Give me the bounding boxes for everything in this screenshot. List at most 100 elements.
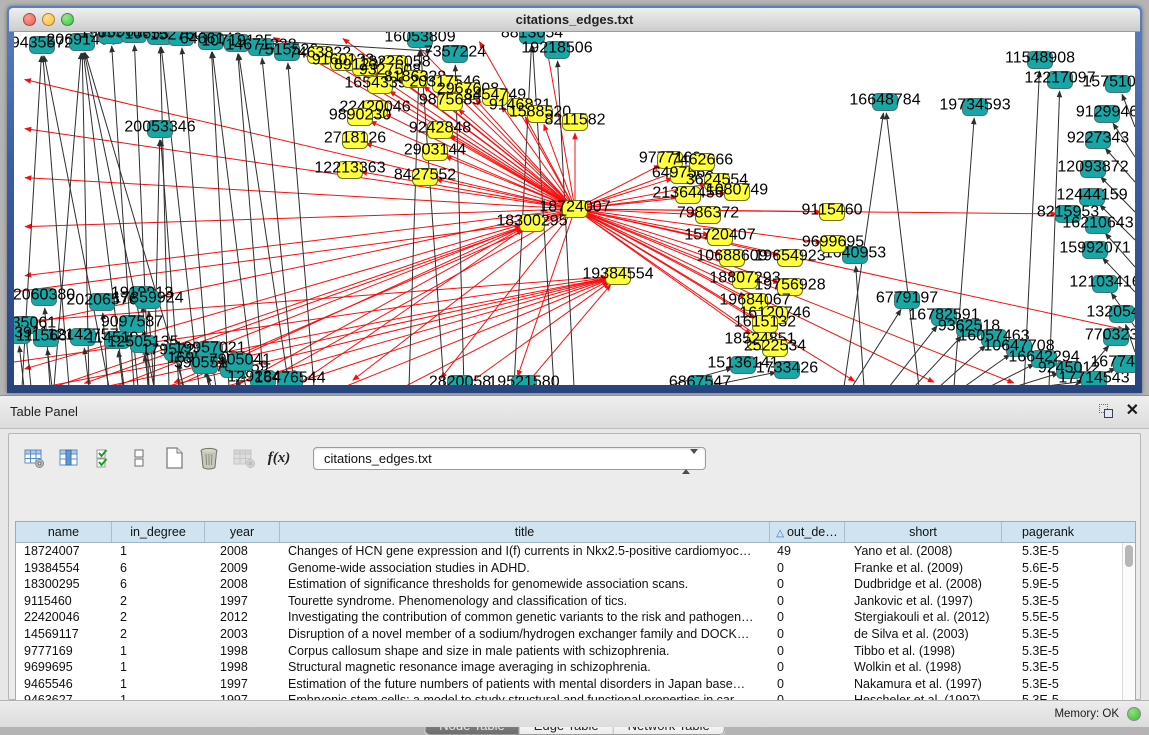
network-node[interactable]: 16648784 [849,92,920,111]
network-node[interactable]: 7357224 [424,44,486,63]
network-node[interactable]: 9129946 [1076,104,1135,123]
network-node[interactable]: 16210643 [1062,215,1133,234]
network-node[interactable]: 7462666 [671,152,733,171]
network-node[interactable]: 13205450 [1086,304,1135,323]
network-edge[interactable] [288,63,314,385]
network-node[interactable]: 2522534 [744,338,806,357]
network-node[interactable]: 19734593 [939,97,1010,116]
table-row[interactable]: 911546021997Tourette syndrome. Phenomeno… [16,593,1122,610]
svg-text:1733426: 1733426 [756,360,818,377]
table-row[interactable]: 1830029562008Estimation of significance … [16,576,1122,593]
network-node[interactable]: 9890230 [329,107,391,126]
table-settings-button[interactable] [21,445,47,471]
network-node[interactable]: 8211582 [544,112,605,131]
table-row[interactable]: 1938455462009Genome-wide association stu… [16,560,1122,577]
network-node[interactable]: 17359924 [112,290,183,309]
network-node[interactable]: 7986372 [677,205,739,224]
new-file-button[interactable] [161,445,187,471]
network-node[interactable]: 7703232 [1085,327,1135,346]
window-titlebar[interactable]: citations_edges.txt [9,8,1140,32]
table-chooser-combobox[interactable]: citations_edges.txt [313,447,706,470]
network-edge[interactable] [886,113,919,385]
table-cell: 1 [112,543,205,560]
table-row[interactable]: 969969511998Structural magnetic resonanc… [16,659,1122,676]
table-row[interactable]: 1872400712008Changes of HCN gene express… [16,543,1122,560]
network-edge[interactable] [25,129,575,209]
network-node[interactable]: 16774580 [1090,354,1135,373]
column-header-out_de[interactable]: △out_de… [770,522,845,542]
network-node[interactable]: 12103416 [1069,274,1135,293]
network-edge[interactable] [939,345,986,385]
select-rows-check-button[interactable] [91,445,117,471]
network-node[interactable]: 2718126 [324,130,386,149]
network-node[interactable]: 9227343 [1067,130,1129,149]
network-edge[interactable] [856,266,864,385]
zoom-window-button[interactable] [61,13,74,26]
network-node[interactable]: 2903144 [404,142,466,161]
network-node[interactable]: 19384554 [582,266,653,285]
scrollbar-thumb[interactable] [1125,545,1133,567]
network-node[interactable]: 19521580 [488,374,559,386]
network-edge[interactable] [212,52,254,385]
network-node[interactable]: 6867547 [669,374,731,386]
delete-button[interactable] [196,445,222,471]
table-row[interactable]: 1456911722003Disruption of a novel membe… [16,626,1122,643]
network-node[interactable]: 16476544 [254,370,325,386]
svg-text:8427552: 8427552 [394,167,456,184]
memory-ok-indicator [1127,707,1141,721]
table-cell: 49 [770,543,845,560]
network-edge[interactable] [182,48,209,385]
network-node[interactable]: 11548908 [1005,50,1075,69]
memory-status-label: Memory: OK [1054,708,1119,720]
network-view-canvas[interactable]: 9435572206914061905380160619631065326715… [14,32,1135,385]
network-node[interactable]: 15992071 [1059,240,1130,259]
table-row[interactable]: 2242004622012Investigating the contribut… [16,609,1122,626]
network-node[interactable]: 9699695 [802,234,864,253]
network-node[interactable]: 9242848 [409,120,471,139]
network-node[interactable]: 12213363 [314,160,385,179]
network-node[interactable]: 9115460 [801,202,862,221]
network-node[interactable]: 7905041 [209,352,271,371]
close-window-button[interactable] [23,13,36,26]
network-edge[interactable] [464,282,609,385]
select-columns-button[interactable] [56,445,82,471]
network-edge[interactable] [262,58,294,385]
table-cell: 22420046 [16,609,112,626]
network-canvas-svg: 9435572206914061905380160619631065326715… [14,32,1135,385]
column-header-short[interactable]: short [845,522,1002,542]
column-header-title[interactable]: title [280,522,770,542]
network-node[interactable]: 15720407 [684,227,755,246]
minimize-window-button[interactable] [42,13,55,26]
network-edge[interactable] [954,118,974,385]
column-header-in_degree[interactable]: in_degree [112,522,205,542]
column-header-year[interactable]: year [205,522,280,542]
row-height-button[interactable] [126,445,152,471]
network-node[interactable]: 15751074 [1082,74,1135,93]
svg-text:6867547: 6867547 [669,374,731,386]
network-node[interactable]: 2820058 [429,374,491,386]
network-edge[interactable] [25,178,575,209]
close-panel-icon[interactable]: ✕ [1126,403,1139,419]
network-node[interactable]: 21364456 [652,185,723,204]
delete-table-disabled-button [231,445,257,471]
svg-text:16774580: 16774580 [1090,354,1135,371]
network-edge[interactable] [575,209,1124,330]
table-row[interactable]: 977716911998Corpus callosum shape and si… [16,643,1122,660]
network-node[interactable]: 18300295 [496,213,567,232]
column-header-name[interactable]: name [16,522,112,542]
network-node[interactable]: 12093872 [1057,159,1128,178]
table-cell: 0 [770,643,845,660]
table-cell: 5.5E-5 [1002,609,1094,626]
column-header-pagerank[interactable]: pagerank [1002,522,1094,542]
network-node[interactable]: 1733426 [756,360,818,379]
float-panel-icon[interactable] [1098,403,1114,419]
table-row[interactable]: 946554611997Estimation of the future num… [16,676,1122,693]
table-cell: Franke et al. (2009) [845,560,1002,577]
network-node[interactable]: 20053346 [124,119,195,138]
function-builder-button[interactable]: f(x) [266,445,292,471]
table-vertical-scrollbar[interactable] [1122,543,1135,710]
network-node[interactable]: 19218506 [521,40,592,59]
network-edge[interactable] [14,224,521,292]
network-node[interactable]: 8427552 [394,167,456,186]
network-edge[interactable] [294,229,523,385]
